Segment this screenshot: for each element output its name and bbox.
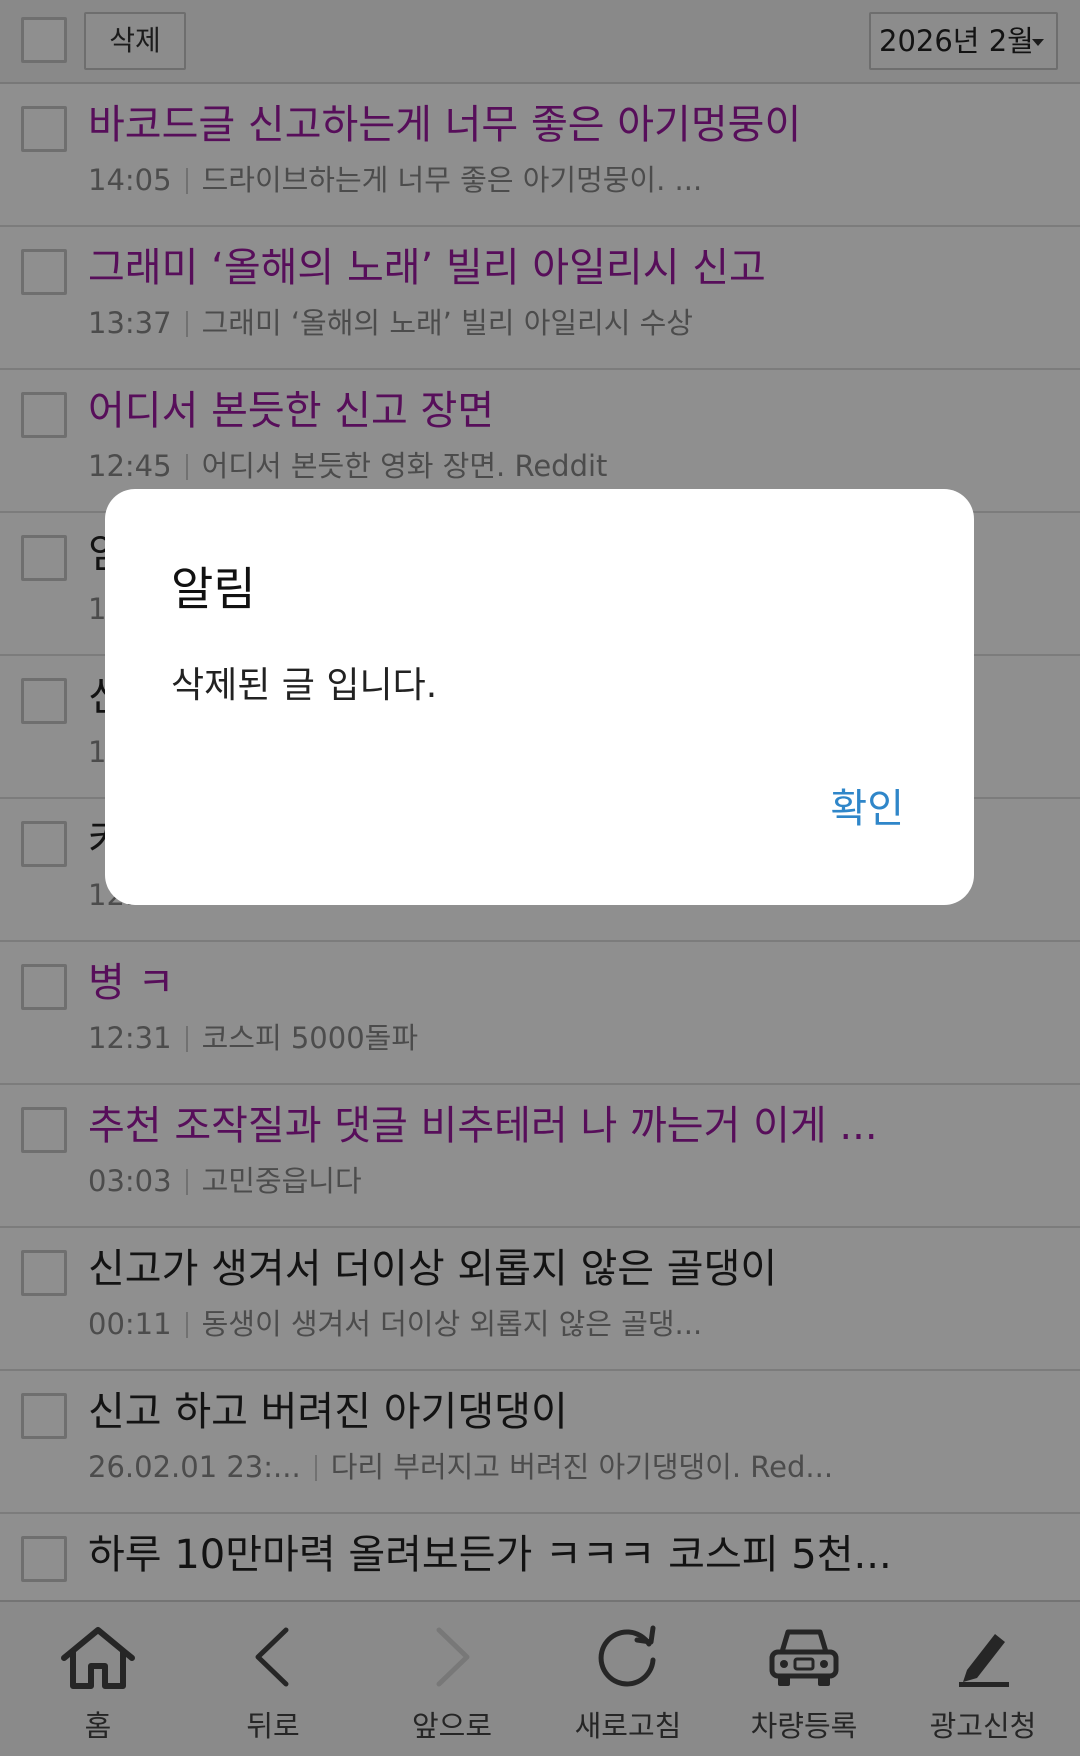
alert-dialog: 알림 삭제된 글 입니다. 확인 bbox=[105, 489, 974, 905]
confirm-button[interactable]: 확인 bbox=[824, 783, 910, 835]
app-screen: 삭제 2026년 2월 바코드글 신고하는게 너무 좋은 아기멍뭉이 14:05… bbox=[0, 0, 1080, 1756]
dialog-title: 알림 bbox=[171, 562, 256, 616]
dialog-message: 삭제된 글 입니다. bbox=[171, 665, 438, 706]
